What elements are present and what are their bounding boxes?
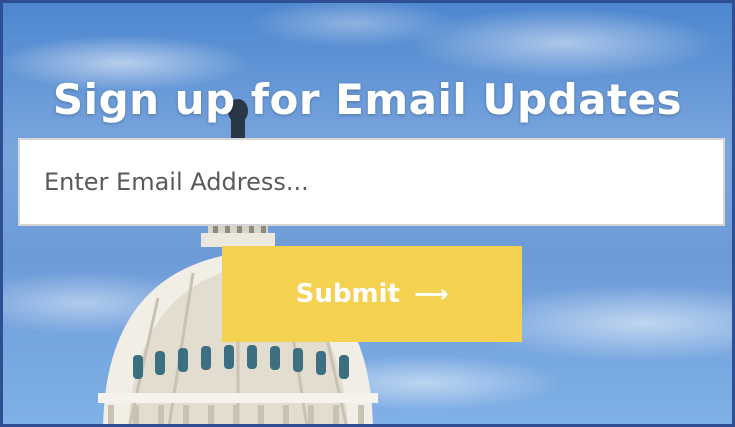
submit-button[interactable]: Submit ⟶ [222, 246, 522, 342]
submit-label: Submit [295, 279, 400, 309]
signup-title: Sign up for Email Updates [52, 75, 683, 124]
email-address-input[interactable] [18, 138, 725, 226]
arrow-right-icon: ⟶ [413, 280, 449, 308]
email-signup-widget: Sign up for Email Updates Submit ⟶ [0, 0, 735, 427]
